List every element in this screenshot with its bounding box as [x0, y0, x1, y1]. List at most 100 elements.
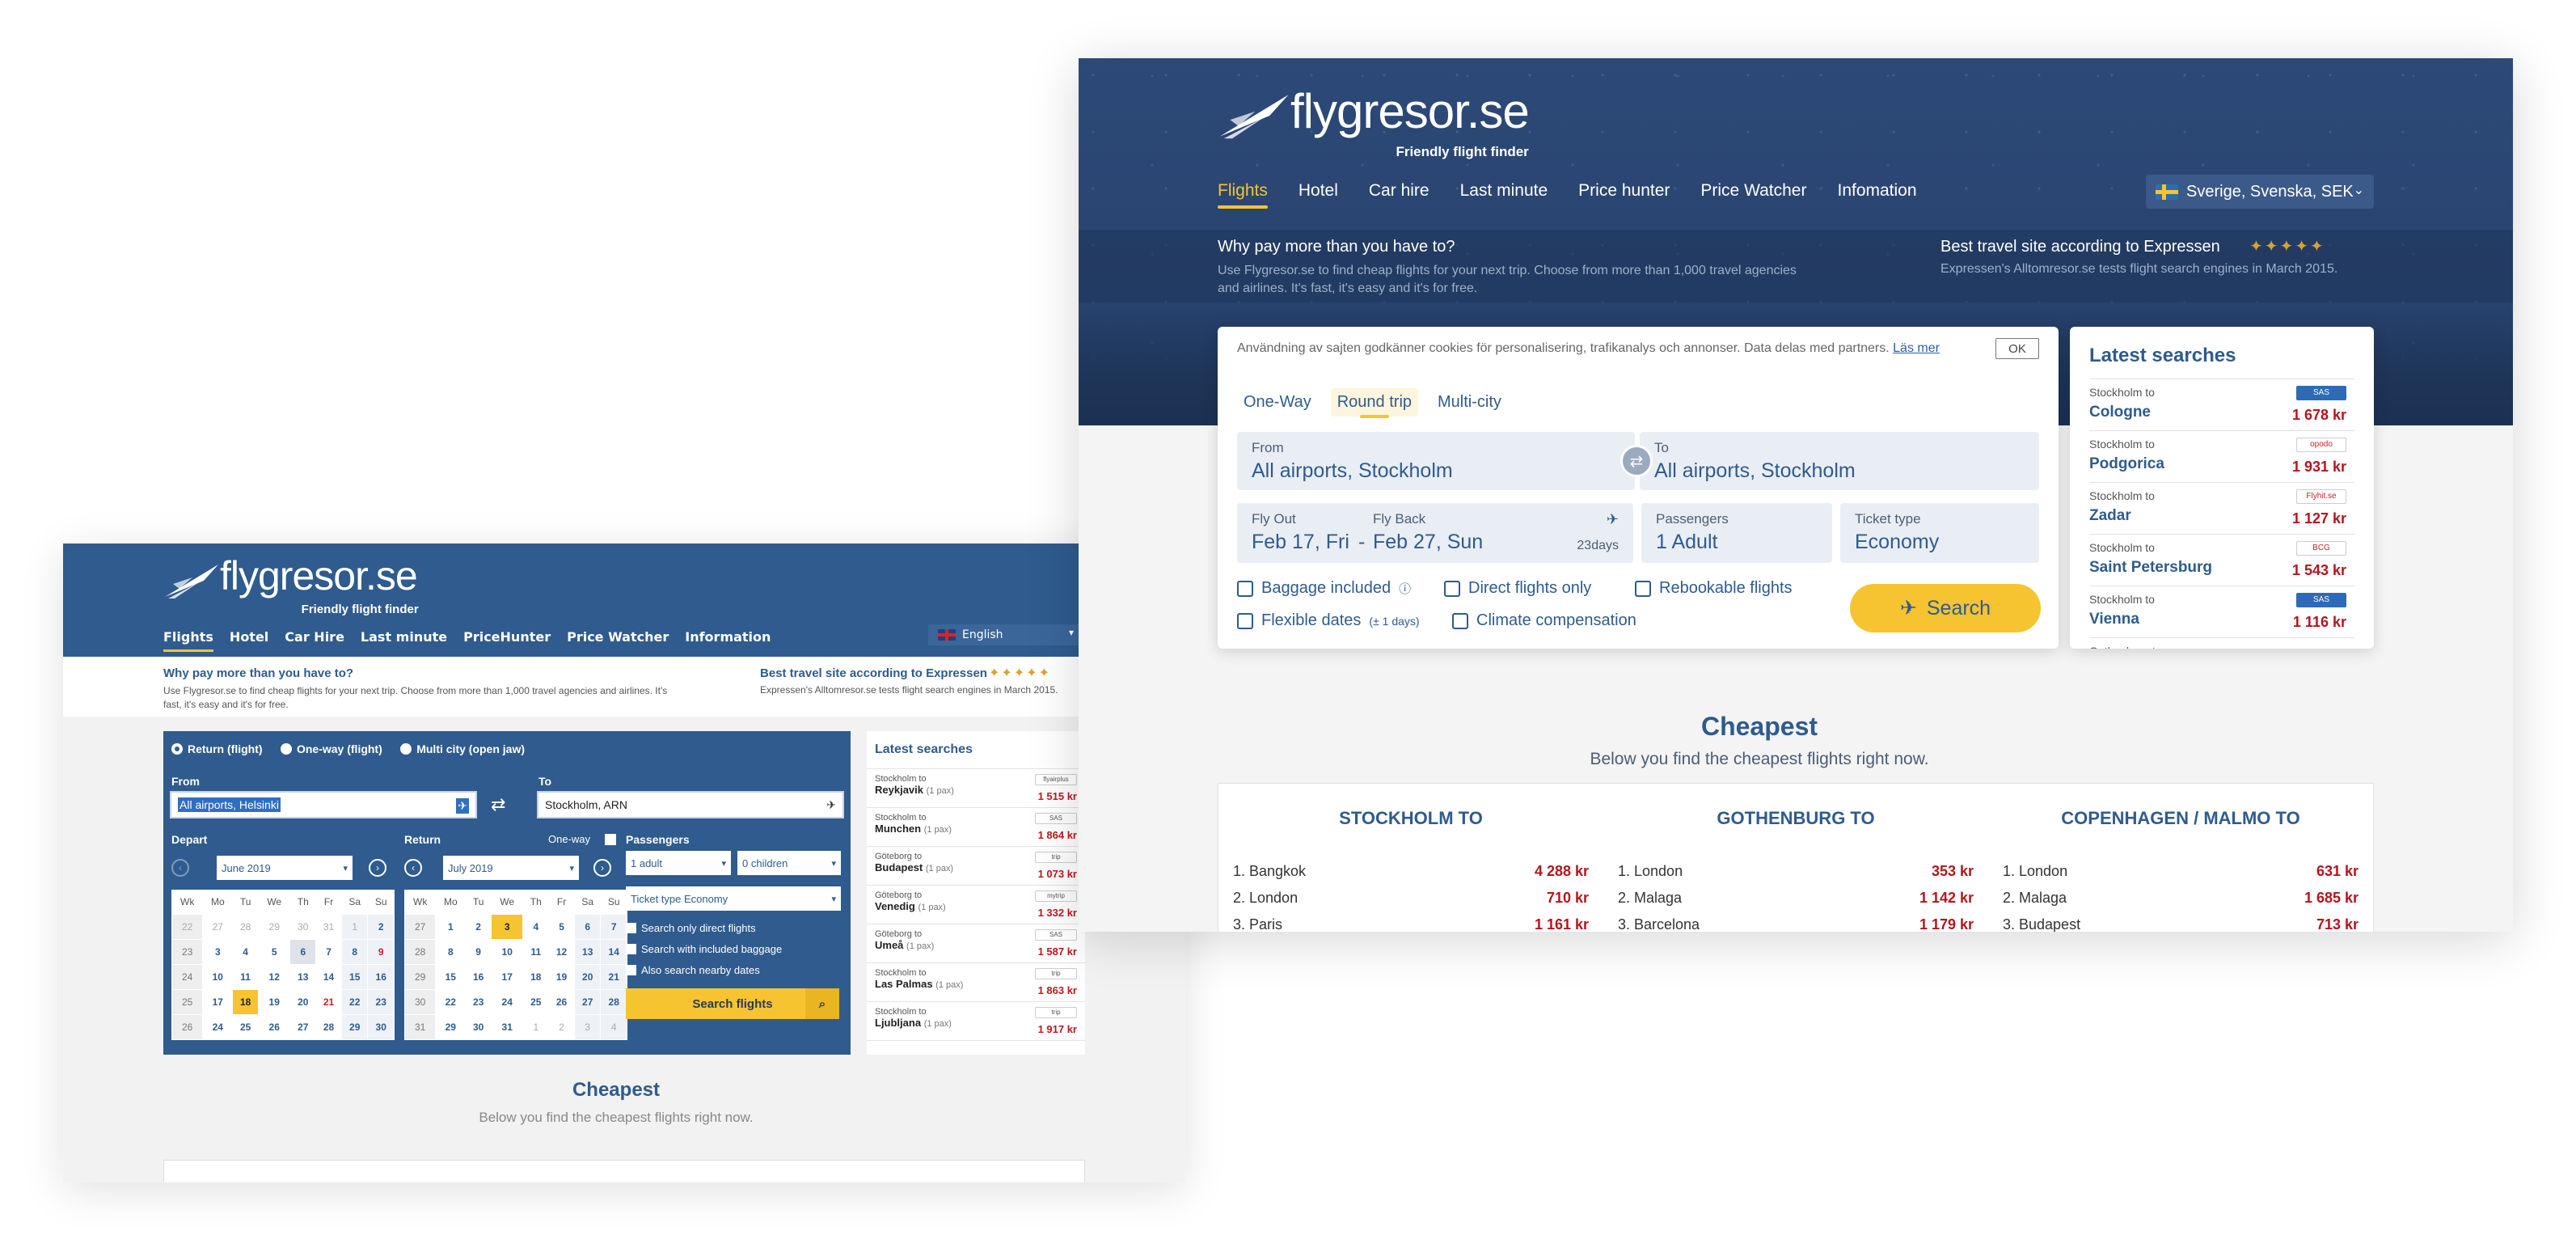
old-direct-flights-checkbox[interactable]: Search only direct flights [626, 922, 756, 934]
new-to-field[interactable]: To All airports, Stockholm [1640, 432, 2039, 490]
calendar-day[interactable]: 30 [367, 1013, 395, 1040]
calendar-day[interactable]: 4 [522, 913, 550, 940]
cheapest-row[interactable]: 3. Barcelona 1 179 kr [1603, 916, 1988, 932]
calendar-day[interactable]: 14 [600, 938, 627, 965]
old-nav-information[interactable]: Information [685, 629, 771, 652]
old-from-input[interactable]: All airports, Helsinki ✈ [170, 791, 477, 818]
old-nav-car-hire[interactable]: Car Hire [285, 629, 344, 652]
calendar-day[interactable]: 18 [232, 988, 260, 1015]
old-nav-pricehunter[interactable]: PriceHunter [463, 629, 551, 652]
new-nav-price-hunter[interactable]: Price hunter [1578, 181, 1670, 209]
calendar-day[interactable]: 30 [465, 1013, 492, 1040]
latest-search-item[interactable]: Stockholm to Vienna SAS 1 116 kr [2089, 586, 2354, 637]
calendar-day[interactable]: 29 [258, 913, 291, 940]
new-from-field[interactable]: From All airports, Stockholm [1237, 432, 1635, 490]
calendar-day[interactable]: 20 [573, 963, 602, 990]
latest-search-item[interactable]: Stockholm to Las Palmas (1 pax) trip 1 863 … [867, 963, 1085, 1002]
calendar-day[interactable]: 28 [600, 988, 627, 1015]
new-passengers-field[interactable]: Passengers 1 Adult [1641, 503, 1832, 563]
latest-search-item[interactable]: Stockholm to Reykjavik (1 pax) flyairplus 1… [867, 769, 1085, 808]
new-ticket-type-field[interactable]: Ticket type Economy [1840, 503, 2039, 563]
old-search-flights-button[interactable]: Search flights ⌕ [626, 988, 839, 1019]
calendar-day[interactable]: 3 [491, 913, 524, 940]
calendar-day[interactable]: 10 [491, 938, 524, 965]
calendar-day[interactable]: 27 [202, 913, 234, 940]
calendar-day[interactable]: 28 [232, 913, 260, 940]
latest-search-item[interactable]: Stockholm to Podgorica opodo 1 931 kr [2089, 430, 2354, 482]
calendar-day[interactable]: 6 [289, 938, 317, 965]
calendar-day[interactable]: 21 [315, 988, 342, 1015]
calendar-day[interactable]: 30 [289, 913, 317, 940]
latest-search-item[interactable]: Gothenburg to [2089, 637, 2354, 649]
swap-arrows-icon[interactable]: ⇄ [491, 794, 505, 815]
new-nav-price-watcher[interactable]: Price Watcher [1700, 181, 1806, 209]
old-baggage-checkbox[interactable]: Search with included baggage [626, 943, 782, 955]
radio-return[interactable]: Return (flight) [171, 742, 263, 755]
calendar-day[interactable]: 4 [232, 938, 260, 965]
direct-flights-checkbox[interactable]: Direct flights only [1444, 579, 1591, 598]
old-return-month-select[interactable]: July 2019 [443, 856, 579, 880]
old-ticket-type-select[interactable]: Ticket type Economy [626, 886, 841, 911]
calendar-day[interactable]: 25 [522, 988, 550, 1015]
old-nav-flights[interactable]: Flights [163, 629, 213, 652]
calendar-day[interactable]: 18 [522, 963, 550, 990]
calendar-day[interactable]: 26 [548, 988, 575, 1015]
radio-multi-city[interactable]: Multi city (open jaw) [400, 742, 525, 755]
calendar-day[interactable]: 23 [465, 988, 492, 1015]
tab-one-way[interactable]: One-Way [1237, 388, 1318, 417]
old-children-select[interactable]: 0 children [737, 851, 841, 875]
next-month-icon[interactable]: › [369, 859, 386, 877]
old-adults-select[interactable]: 1 adult [626, 851, 731, 875]
cookie-ok-button[interactable]: OK [1995, 338, 2039, 359]
cookie-read-more-link[interactable]: Läs mer [1893, 341, 1940, 355]
calendar-day[interactable]: 28 [315, 1013, 342, 1040]
calendar-day[interactable]: 19 [258, 988, 291, 1015]
calendar-day[interactable]: 14 [315, 963, 342, 990]
cheapest-row[interactable]: 2. London 710 kr [1218, 890, 1603, 916]
new-nav-car-hire[interactable]: Car hire [1369, 181, 1429, 209]
calendar-day[interactable]: 3 [573, 1013, 602, 1040]
calendar-day[interactable]: 3 [202, 938, 234, 965]
flexible-dates-checkbox[interactable]: Flexible dates (± 1 days) [1237, 611, 1420, 630]
swap-arrows-icon[interactable]: ⇄ [1620, 445, 1653, 477]
calendar-day[interactable]: 21 [600, 963, 627, 990]
new-nav-last-minute[interactable]: Last minute [1460, 181, 1548, 209]
calendar-day[interactable]: 13 [289, 963, 317, 990]
cheapest-row[interactable]: 3. Paris 1 161 kr [1218, 916, 1603, 932]
old-logo[interactable]: flygresor.se Friendly flight finder [163, 552, 419, 616]
old-nav-hotel[interactable]: Hotel [230, 629, 268, 652]
latest-search-item[interactable]: Stockholm to Saint Petersburg BCG 1 543 kr [2089, 534, 2354, 586]
tab-round-trip[interactable]: Round trip [1330, 388, 1419, 418]
calendar-day[interactable]: 8 [340, 938, 369, 965]
calendar-day[interactable]: 27 [573, 988, 602, 1015]
old-depart-month-select[interactable]: June 2019 [217, 856, 353, 880]
calendar-day[interactable]: 8 [435, 938, 467, 965]
new-nav-information[interactable]: Infomation [1837, 181, 1916, 209]
calendar-day[interactable]: 17 [491, 963, 524, 990]
cheapest-row[interactable]: 2. Malaga 1 685 kr [1988, 890, 2373, 916]
calendar-day[interactable]: 10 [202, 963, 234, 990]
old-nav-price-watcher[interactable]: Price Watcher [567, 629, 669, 652]
calendar-day[interactable]: 1 [340, 913, 369, 940]
calendar-day[interactable]: 12 [258, 963, 291, 990]
calendar-day[interactable]: 1 [522, 1013, 550, 1040]
old-oneway-checkbox[interactable] [605, 834, 616, 845]
tab-multi-city[interactable]: Multi-city [1431, 388, 1508, 417]
calendar-day[interactable]: 19 [548, 963, 575, 990]
prev-month-return-icon[interactable]: ‹ [404, 859, 422, 877]
calendar-day[interactable]: 25 [232, 1013, 260, 1040]
latest-search-item[interactable]: Göteborg to Venedig (1 pax) mytrip 1 332 kr [867, 886, 1085, 924]
calendar-day[interactable]: 29 [435, 1013, 467, 1040]
calendar-day[interactable]: 5 [548, 913, 575, 940]
new-nav-hotel[interactable]: Hotel [1299, 181, 1338, 209]
new-language-select[interactable]: Sverige, Svenska, SEK ⌄ [2146, 175, 2374, 209]
calendar-day[interactable]: 16 [367, 963, 395, 990]
cheapest-row[interactable]: 2. Malaga 1 142 kr [1603, 890, 1988, 916]
old-to-input[interactable]: Stockholm, ARN ✈ [537, 791, 844, 818]
old-language-select[interactable]: English ▾ [928, 624, 1079, 645]
calendar-day[interactable]: 11 [232, 963, 260, 990]
calendar-day[interactable]: 7 [600, 913, 627, 940]
latest-search-item[interactable]: Göteborg to Umeå (1 pax) SAS 1 587 kr [867, 924, 1085, 963]
old-nav-last-minute[interactable]: Last minute [361, 629, 447, 652]
new-dates-field[interactable]: Fly Out Feb 17, Fri - Fly Back Feb 27, S… [1237, 503, 1633, 563]
